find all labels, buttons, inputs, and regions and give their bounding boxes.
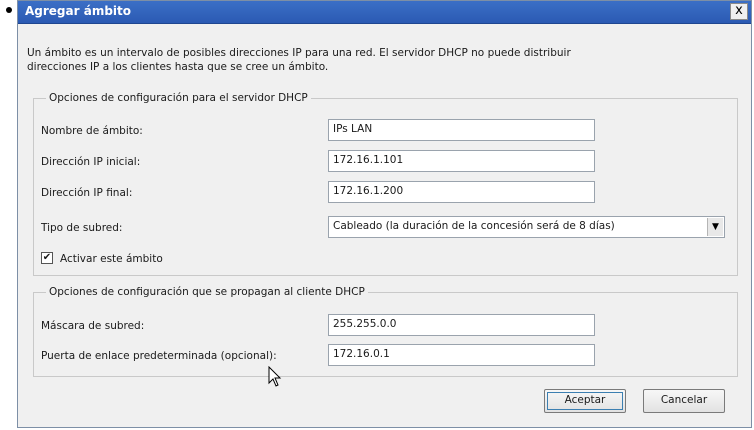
title-bar: Agregar ámbito x (18, 1, 751, 24)
subnet-mask-input[interactable]: 255.255.0.0 (328, 314, 595, 336)
intro-text: Un ámbito es un intervalo de posibles di… (27, 47, 571, 73)
client-options-legend: Opciones de configuración que se propaga… (46, 286, 368, 298)
subnet-type-value: Cableado (la duración de la concesión se… (333, 220, 615, 232)
start-ip-label: Dirección IP inicial: (41, 156, 141, 168)
server-options-legend: Opciones de configuración para el servid… (46, 92, 311, 104)
close-icon[interactable]: x (730, 3, 748, 20)
subnet-type-label: Tipo de subred: (41, 222, 123, 234)
end-ip-input[interactable]: 172.16.1.200 (328, 181, 595, 203)
start-ip-input[interactable]: 172.16.1.101 (328, 150, 595, 172)
add-scope-dialog: Agregar ámbito x Un ámbito es un interva… (17, 0, 752, 428)
activate-scope-label: Activar este ámbito (60, 253, 163, 265)
subnet-mask-label: Máscara de subred: (41, 320, 145, 332)
gateway-label: Puerta de enlace predeterminada (opciona… (41, 350, 277, 362)
cancel-button[interactable]: Cancelar (643, 389, 725, 413)
subnet-type-select[interactable]: Cableado (la duración de la concesión se… (328, 216, 725, 238)
mouse-pointer-icon (268, 366, 282, 387)
scope-name-input[interactable]: IPs LAN (328, 119, 595, 141)
gateway-input[interactable]: 172.16.0.1 (328, 344, 595, 366)
scope-name-label: Nombre de ámbito: (41, 125, 143, 137)
chevron-down-icon[interactable]: ▼ (707, 218, 723, 236)
accept-button[interactable]: Aceptar (544, 389, 626, 413)
window-title: Agregar ámbito (25, 4, 132, 18)
end-ip-label: Dirección IP final: (41, 187, 133, 199)
list-bullet (6, 7, 12, 13)
activate-scope-checkbox[interactable]: ✔ (41, 252, 53, 264)
